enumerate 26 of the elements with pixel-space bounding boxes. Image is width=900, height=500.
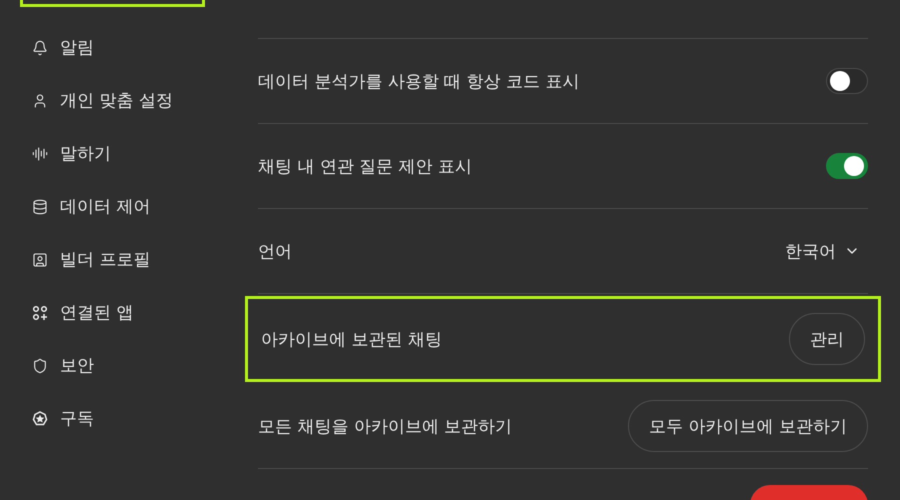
setting-label: 채팅 내 연관 질문 제안 표시: [258, 156, 472, 178]
sidebar-item[interactable]: 데이터 제어: [20, 180, 210, 233]
person-card-icon: [32, 252, 48, 268]
setting-label: 데이터 분석가를 사용할 때 항상 코드 표시: [258, 70, 580, 92]
sidebar-item[interactable]: 알림: [20, 21, 210, 74]
sidebar-item[interactable]: 말하기: [20, 127, 210, 180]
toggle-switch[interactable]: [826, 68, 868, 94]
language-select[interactable]: 한국어: [777, 240, 868, 262]
database-icon: [32, 198, 48, 214]
toggle-switch[interactable]: [826, 153, 868, 179]
action-button[interactable]: 모두 아카이브에 보관하기: [628, 400, 868, 452]
shield-icon: [32, 358, 48, 374]
star-badge-icon: [32, 410, 48, 426]
sidebar-item[interactable]: 연결된 앱: [20, 286, 210, 339]
apps-icon: [32, 304, 48, 320]
bell-icon: [32, 40, 48, 56]
setting-label: 언어: [258, 240, 292, 262]
user-icon: [32, 92, 48, 108]
sidebar-item[interactable]: 보안: [20, 339, 210, 392]
sidebar-item[interactable]: 빌더 프로필: [20, 233, 210, 286]
audio-wave-icon: [32, 146, 48, 162]
sidebar-item[interactable]: 개인 맞춤 설정: [20, 74, 210, 127]
setting-label: 아카이브에 보관된 채팅: [261, 328, 442, 350]
action-button[interactable]: 관리: [789, 313, 865, 365]
sidebar-item[interactable]: 구독: [20, 392, 210, 445]
setting-label: 모든 채팅을 아카이브에 보관하기: [258, 416, 512, 438]
